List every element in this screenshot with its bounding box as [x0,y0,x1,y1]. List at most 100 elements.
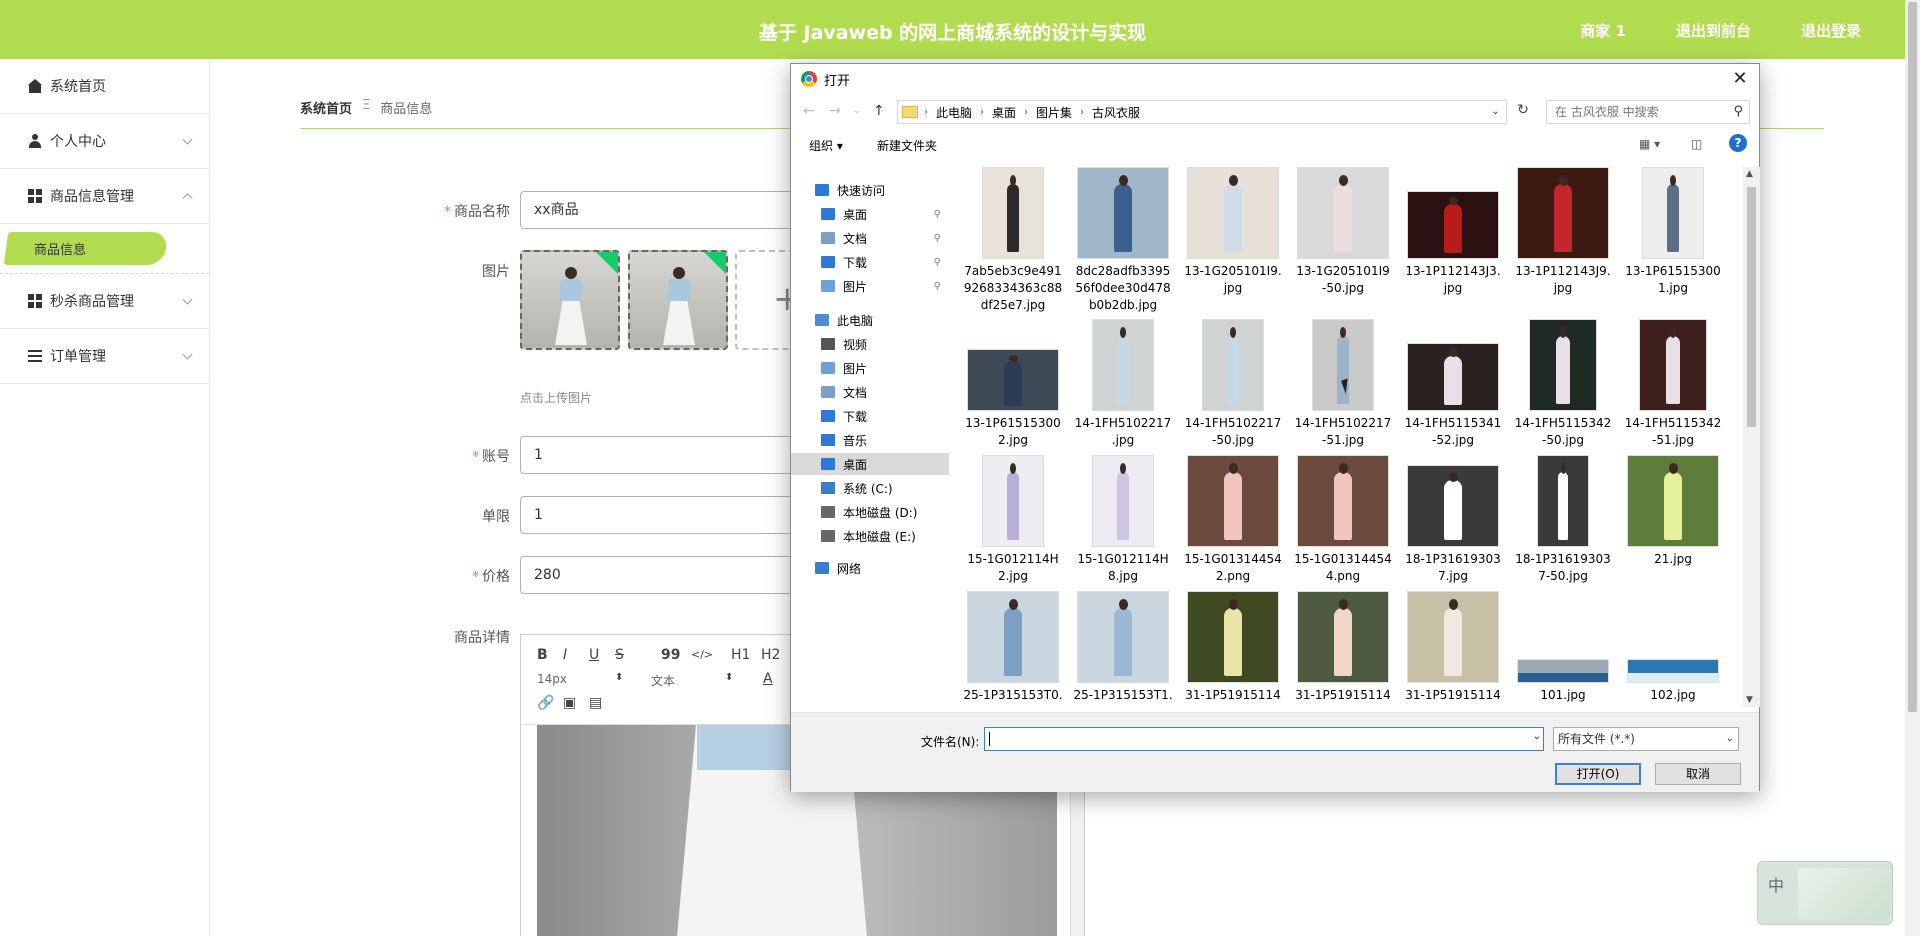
strike-button[interactable]: S [615,647,624,663]
nav-desktop-pinned[interactable]: 桌面 ⚲ [791,203,949,225]
file-list-scroll-thumb[interactable] [1747,187,1756,427]
exit-to-front-link[interactable]: 退出到前台 [1676,20,1751,41]
file-item[interactable]: 18-1P31619303 7.jpg [1401,455,1505,585]
organize-button[interactable]: 组织 ▾ [809,137,843,154]
file-item[interactable]: 13-1P112143J9. jpg [1511,167,1615,297]
file-item[interactable]: 21.jpg [1621,455,1725,568]
file-item[interactable]: 31-1P51915114 [1291,591,1395,704]
price-input[interactable]: 280 [520,556,800,594]
path-current-folder[interactable]: 古风衣服 [1092,104,1140,121]
nav-downloads-pinned[interactable]: 下载 ⚲ [791,251,949,273]
up-arrow-icon[interactable]: ↑ [873,103,885,119]
search-input[interactable]: 在 古风衣服 中搜索 ⚲ [1546,100,1750,124]
nav-pictures-pinned[interactable]: 图片 ⚲ [791,275,949,297]
file-list-scrollbar[interactable]: ▲ ▼ [1743,167,1760,707]
file-item[interactable]: 15-1G012114H 2.jpg [961,455,1065,585]
nav-drive-e[interactable]: 本地磁盘 (E:) [791,525,949,547]
nav-documents-pinned[interactable]: 文档 ⚲ [791,227,949,249]
italic-button[interactable]: I [563,647,567,663]
ime-mode-label[interactable]: 中 [1768,872,1784,896]
cancel-button[interactable]: 取消 [1655,763,1741,785]
file-item[interactable]: 102.jpg [1621,591,1725,704]
file-item[interactable]: 13-1P61515300 1.jpg [1621,167,1725,297]
nav-music[interactable]: 音乐 [791,429,949,451]
preview-pane-icon[interactable]: ◫ [1691,137,1702,151]
chevron-down-icon[interactable]: ⌄ [1484,101,1506,123]
sidebar-item-flash-sale[interactable]: 秒杀商品管理 [0,274,209,329]
view-options-icon[interactable]: ▦ ▾ [1639,137,1660,151]
file-item[interactable]: 14-1FH5115342 -51.jpg [1621,319,1725,449]
refresh-icon[interactable]: ↻ [1513,102,1533,122]
bold-button[interactable]: B [537,647,548,663]
sidebar-item-home[interactable]: 系统首页 [0,59,209,114]
file-item[interactable]: 14-1FH5115342 -50.jpg [1511,319,1615,449]
file-item[interactable]: 7ab5eb3c9e491 9268334363c88 df25e7.jpg [961,167,1065,314]
breadcrumb-home[interactable]: 系统首页 [300,98,352,117]
code-button[interactable]: </> [691,648,713,661]
file-item[interactable]: 31-1P51915114 [1401,591,1505,704]
font-color-icon[interactable]: A [763,671,773,687]
forward-arrow-icon[interactable]: → [829,103,841,119]
file-item[interactable]: 14-1FH5102217 -50.jpg [1181,319,1285,449]
scroll-down-icon[interactable]: ▼ [1746,695,1753,705]
file-item[interactable]: 13-1P112143J3. jpg [1401,167,1505,297]
sidebar-item-orders[interactable]: 订单管理 [0,329,209,384]
scroll-up-icon[interactable]: ▲ [1746,169,1753,179]
uploaded-image-1[interactable] [520,250,620,350]
file-item[interactable]: 14-1FH5115341 -52.jpg [1401,319,1505,449]
page-scrollbar-thumb[interactable] [1908,2,1917,712]
nav-this-pc[interactable]: 此电脑 [791,309,949,331]
address-bar[interactable]: › 此电脑 › 桌面 › 图片集 › 古风衣服 ⌄ [897,100,1507,124]
file-item[interactable]: 15-1G01314454 4.png [1291,455,1395,585]
file-item[interactable]: 15-1G012114H 8.jpg [1071,455,1175,585]
nav-videos[interactable]: 视频 [791,333,949,355]
chevron-down-icon[interactable]: ⌄ [1533,731,1541,742]
file-item[interactable]: 13-1G205101I9 -50.jpg [1291,167,1395,297]
nav-documents[interactable]: 文档 [791,381,949,403]
logout-link[interactable]: 退出登录 [1801,20,1861,41]
sidebar-item-profile[interactable]: 个人中心 [0,114,209,169]
file-item[interactable]: 25-1P315153T1. [1071,591,1175,704]
h2-button[interactable]: H2 [761,647,780,663]
ime-widget[interactable]: 中 [1757,861,1893,925]
file-item[interactable]: 15-1G01314454 2.png [1181,455,1285,585]
file-item[interactable]: 25-1P315153T0. [961,591,1065,704]
file-item[interactable]: 18-1P31619303 7-50.jpg [1511,455,1615,585]
open-button[interactable]: 打开(O) [1555,763,1641,785]
image-icon[interactable]: ▣ [563,695,576,711]
link-icon[interactable]: 🔗 [537,695,554,711]
nav-quick-access[interactable]: 快速访问 [791,179,949,201]
file-item[interactable]: 8dc28adfb3395 56f0dee30d478 b0b2db.jpg [1071,167,1175,314]
font-size-select[interactable]: 14px [537,672,567,686]
nav-downloads[interactable]: 下载 [791,405,949,427]
blockquote-button[interactable]: 99 [661,647,680,663]
nav-drive-c[interactable]: 系统 (C:) [791,477,949,499]
nav-network[interactable]: 网络 [791,557,949,579]
h1-button[interactable]: H1 [731,647,750,663]
file-item[interactable]: 31-1P51915114 [1181,591,1285,704]
back-arrow-icon[interactable]: ← [803,103,815,119]
limit-input[interactable]: 1 [520,496,800,534]
path-picture-set[interactable]: 图片集 [1036,104,1072,121]
uploaded-image-2[interactable] [628,250,728,350]
recent-dropdown-icon[interactable]: ⌄ [853,106,861,116]
file-item[interactable]: 13-1G205101I9. jpg [1181,167,1285,297]
file-item[interactable]: 14-1FH5102217 .jpg [1071,319,1175,449]
video-icon[interactable]: ▤ [589,695,602,711]
file-type-select[interactable]: 所有文件 (*.*) ⌄ [1553,727,1739,751]
file-item[interactable]: 13-1P61515300 2.jpg [961,319,1065,449]
block-type-select[interactable]: 文本 [651,672,675,689]
file-item[interactable]: 101.jpg [1511,591,1615,704]
page-scrollbar[interactable] [1905,0,1920,936]
product-name-input[interactable]: xx商品 [520,191,800,229]
merchant-link[interactable]: 商家 1 [1580,20,1626,41]
sidebar-subitem-product-info[interactable]: 商品信息 [0,224,209,274]
account-input[interactable]: 1 [520,436,800,474]
sidebar-item-product-management[interactable]: 商品信息管理 [0,169,209,224]
help-icon[interactable]: ? [1729,134,1747,152]
nav-desktop[interactable]: 桌面 [791,453,949,475]
nav-drive-d[interactable]: 本地磁盘 (D:) [791,501,949,523]
nav-pictures[interactable]: 图片 [791,357,949,379]
close-icon[interactable]: ✕ [1727,66,1753,92]
file-name-input[interactable]: ⌄ [984,727,1544,751]
